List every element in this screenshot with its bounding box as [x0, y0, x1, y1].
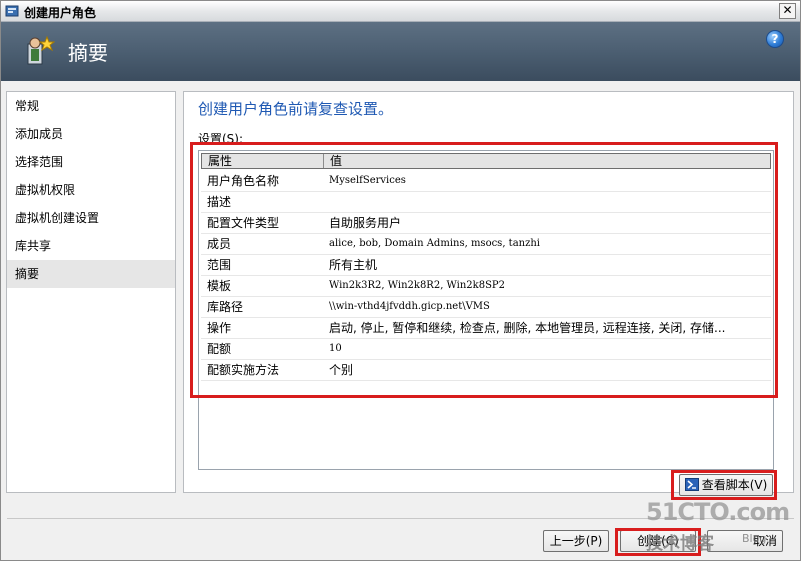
table-row[interactable]: 库路径 \\win-vthd4jfvddh.gicp.net\VMS — [201, 297, 771, 318]
property-cell: 模板 — [207, 279, 232, 293]
property-cell: 成员 — [207, 237, 232, 251]
column-header-value[interactable]: 值 — [324, 154, 772, 168]
value-cell: 自助服务用户 — [329, 216, 402, 230]
value-cell: 所有主机 — [329, 258, 378, 272]
powershell-icon — [684, 478, 699, 491]
summary-panel: 创建用户角色前请复查设置。 设置(S): 属性 值 用户角色名称 MyselfS… — [183, 91, 794, 493]
property-cell: 库路径 — [207, 300, 244, 314]
value-cell: 启动, 停止, 暂停和继续, 检查点, 删除, 本地管理员, 远程连接, 关闭,… — [329, 321, 726, 335]
property-cell: 操作 — [207, 321, 232, 335]
table-row[interactable]: 描述 — [201, 192, 771, 213]
table-row[interactable]: 配额 10 — [201, 339, 771, 360]
close-icon: ✕ — [782, 3, 793, 17]
property-cell: 用户角色名称 — [207, 174, 280, 188]
table-row[interactable]: 成员 alice, bob, Domain Admins, msocs, tan… — [201, 234, 771, 255]
property-cell: 描述 — [207, 195, 232, 209]
user-role-wizard-icon — [27, 35, 55, 65]
nav-item-general[interactable]: 常规 — [7, 92, 175, 120]
previous-button[interactable]: 上一步(P) — [543, 530, 609, 552]
value-cell: \\win-vthd4jfvddh.gicp.net\VMS — [329, 301, 490, 312]
nav-item-library-share[interactable]: 库共享 — [7, 232, 175, 260]
app-icon — [5, 5, 19, 17]
nav-item-vm-permissions[interactable]: 虚拟机权限 — [7, 176, 175, 204]
table-row[interactable]: 操作 启动, 停止, 暂停和继续, 检查点, 删除, 本地管理员, 远程连接, … — [201, 318, 771, 339]
watermark-site: 51CTO.com — [646, 498, 790, 526]
create-button[interactable]: 创建(C) — [620, 530, 696, 552]
table-row[interactable]: 范围 所有主机 — [201, 255, 771, 276]
summary-heading: 创建用户角色前请复查设置。 — [198, 100, 394, 118]
property-cell: 配额实施方法 — [207, 363, 280, 377]
wizard-window: 创建用户角色 ✕ 摘要 ? 常规 添加成员 选择范围 虚拟机权限 虚拟机创建设置… — [0, 0, 801, 561]
wizard-steps-nav: 常规 添加成员 选择范围 虚拟机权限 虚拟机创建设置 库共享 摘要 — [6, 91, 176, 493]
value-cell: Win2k3R2, Win2k8R2, Win2k8SP2 — [329, 280, 506, 291]
table-row[interactable]: 配额实施方法 个别 — [201, 360, 771, 381]
help-icon[interactable]: ? — [766, 30, 784, 48]
close-button[interactable]: ✕ — [779, 3, 796, 19]
value-cell: 个别 — [329, 363, 354, 377]
nav-item-select-scope[interactable]: 选择范围 — [7, 148, 175, 176]
table-row[interactable]: 模板 Win2k3R2, Win2k8R2, Win2k8SP2 — [201, 276, 771, 297]
settings-grid[interactable]: 属性 值 用户角色名称 MyselfServices 描述 配置文件类型 自助服… — [198, 150, 774, 470]
nav-item-vm-creation-settings[interactable]: 虚拟机创建设置 — [7, 204, 175, 232]
title-bar: 创建用户角色 ✕ — [1, 1, 800, 22]
button-separator — [7, 518, 794, 519]
grid-body: 用户角色名称 MyselfServices 描述 配置文件类型 自助服务用户 成… — [201, 171, 771, 381]
settings-label: 设置(S): — [198, 132, 244, 146]
nav-item-add-members[interactable]: 添加成员 — [7, 120, 175, 148]
property-cell: 配置文件类型 — [207, 216, 280, 230]
value-cell: MyselfServices — [329, 175, 406, 186]
value-cell: alice, bob, Domain Admins, msocs, tanzhi — [329, 238, 541, 249]
header-banner: 摘要 ? — [1, 22, 800, 81]
view-script-button[interactable]: 查看脚本(V) — [679, 474, 773, 496]
cancel-button[interactable]: 取消 — [707, 530, 783, 552]
value-cell — [329, 192, 769, 212]
property-cell: 配额 — [207, 342, 232, 356]
page-title: 摘要 — [68, 41, 108, 65]
value-cell: 10 — [329, 343, 342, 354]
table-row[interactable]: 配置文件类型 自助服务用户 — [201, 213, 771, 234]
property-cell: 范围 — [207, 258, 232, 272]
view-script-label: 查看脚本(V) — [701, 478, 768, 492]
window-title: 创建用户角色 — [24, 6, 97, 20]
column-header-property[interactable]: 属性 — [202, 154, 324, 168]
grid-header: 属性 值 — [201, 153, 771, 169]
table-row[interactable]: 用户角色名称 MyselfServices — [201, 171, 771, 192]
nav-item-summary[interactable]: 摘要 — [7, 260, 175, 288]
